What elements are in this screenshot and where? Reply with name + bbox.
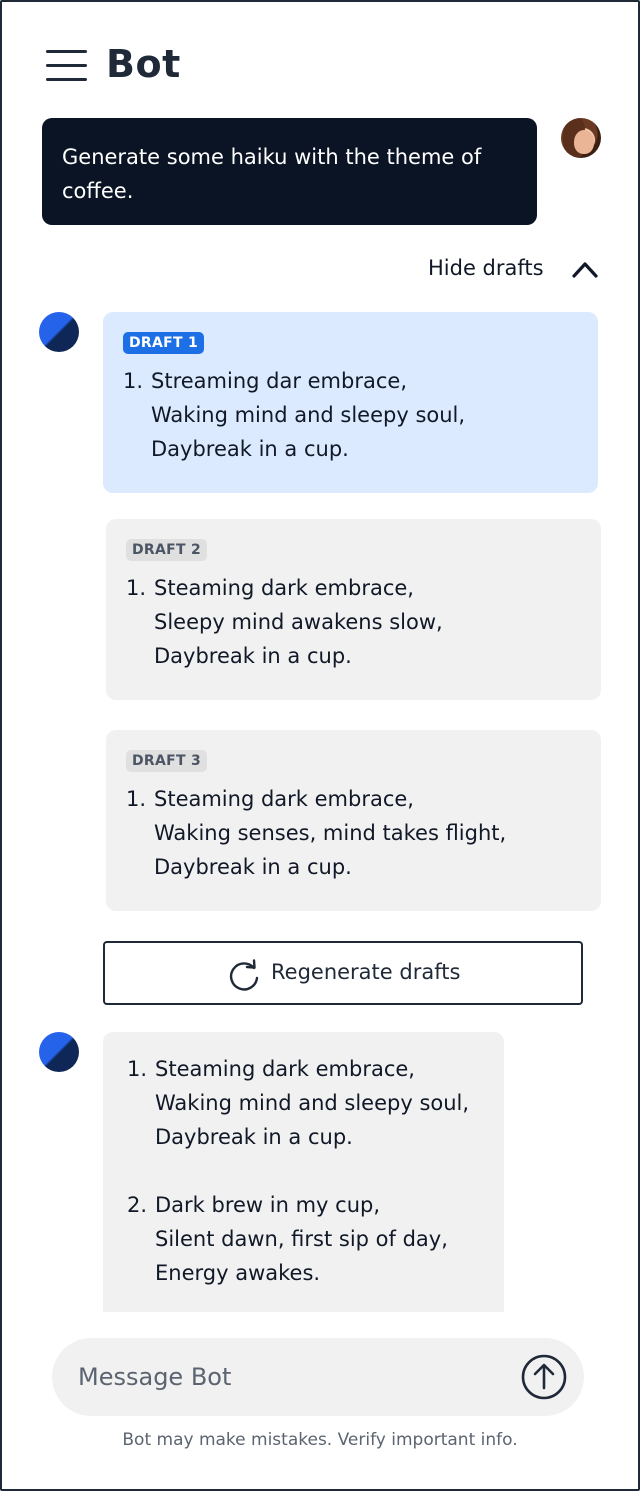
draft-card-1[interactable]: DRAFT 1 1. Streaming dar embrace, Waking… <box>103 312 598 493</box>
list-number: 1. <box>126 576 147 600</box>
poem-line: Dark brew in my cup, <box>155 1193 381 1217</box>
bot-reply: 1. Steaming dark embrace, Waking mind an… <box>103 1032 504 1312</box>
draft-badge: DRAFT 3 <box>126 750 208 772</box>
poem-line: Daybreak in a cup. <box>151 437 349 461</box>
draft-poem: 1. Steaming dark embrace, Sleepy mind aw… <box>126 571 581 673</box>
chevron-up-icon <box>572 262 598 278</box>
draft-badge: DRAFT 2 <box>126 539 208 561</box>
menu-icon[interactable] <box>46 46 88 84</box>
list-item: 1. Steaming dark embrace, Waking mind an… <box>127 1052 480 1154</box>
bot-avatar <box>39 312 79 352</box>
poem-line: Energy awakes. <box>155 1261 321 1285</box>
message-composer <box>52 1338 584 1416</box>
poem-line: Streaming dar embrace, <box>151 369 407 393</box>
draft-poem: 1. Streaming dar embrace, Waking mind an… <box>123 364 578 466</box>
poem-line: Waking mind and sleepy soul, <box>155 1091 470 1115</box>
poem-line: Steaming dark embrace, <box>155 1057 415 1081</box>
menu-bar <box>46 50 87 53</box>
poem-line: Steaming dark embrace, <box>154 787 414 811</box>
disclaimer: Bot may make mistakes. Verify important … <box>122 1430 518 1450</box>
poem-line: Daybreak in a cup. <box>155 1125 353 1149</box>
draft-card-3[interactable]: DRAFT 3 1. Steaming dark embrace, Waking… <box>106 730 601 911</box>
hide-drafts-button[interactable]: Hide drafts <box>420 254 606 286</box>
bot-avatar <box>39 1032 79 1072</box>
avatar-face <box>574 130 594 154</box>
send-arrow-icon[interactable] <box>521 1354 567 1400</box>
regenerate-label: Regenerate drafts <box>271 960 461 984</box>
list-number: 1. <box>127 1057 148 1081</box>
poem-line: Waking senses, mind takes flight, <box>154 821 507 845</box>
user-avatar <box>561 118 601 158</box>
regenerate-drafts-button[interactable]: Regenerate drafts <box>103 941 583 1005</box>
list-item: 2. Dark brew in my cup, Silent dawn, fir… <box>127 1188 480 1290</box>
poem-line: Waking mind and sleepy soul, <box>151 403 466 427</box>
list-number: 1. <box>123 369 144 393</box>
refresh-icon <box>229 959 259 991</box>
menu-bar <box>46 78 87 81</box>
draft-poem: 1. Steaming dark embrace, Waking senses,… <box>126 782 581 884</box>
message-input[interactable] <box>78 1358 498 1396</box>
hide-drafts-label: Hide drafts <box>428 256 544 280</box>
draft-badge: DRAFT 1 <box>123 332 205 354</box>
list-number: 2. <box>127 1193 148 1217</box>
list-number: 1. <box>126 787 147 811</box>
draft-card-2[interactable]: DRAFT 2 1. Steaming dark embrace, Sleepy… <box>106 519 601 700</box>
page-title: Bot <box>106 42 181 86</box>
user-message: Generate some haiku with the theme of co… <box>42 118 537 225</box>
poem-line: Steaming dark embrace, <box>154 576 414 600</box>
menu-bar <box>46 64 87 67</box>
poem-line: Sleepy mind awakens slow, <box>154 610 443 634</box>
poem-line: Daybreak in a cup. <box>154 644 352 668</box>
poem-line: Silent dawn, first sip of day, <box>155 1227 448 1251</box>
poem-line: Daybreak in a cup. <box>154 855 352 879</box>
